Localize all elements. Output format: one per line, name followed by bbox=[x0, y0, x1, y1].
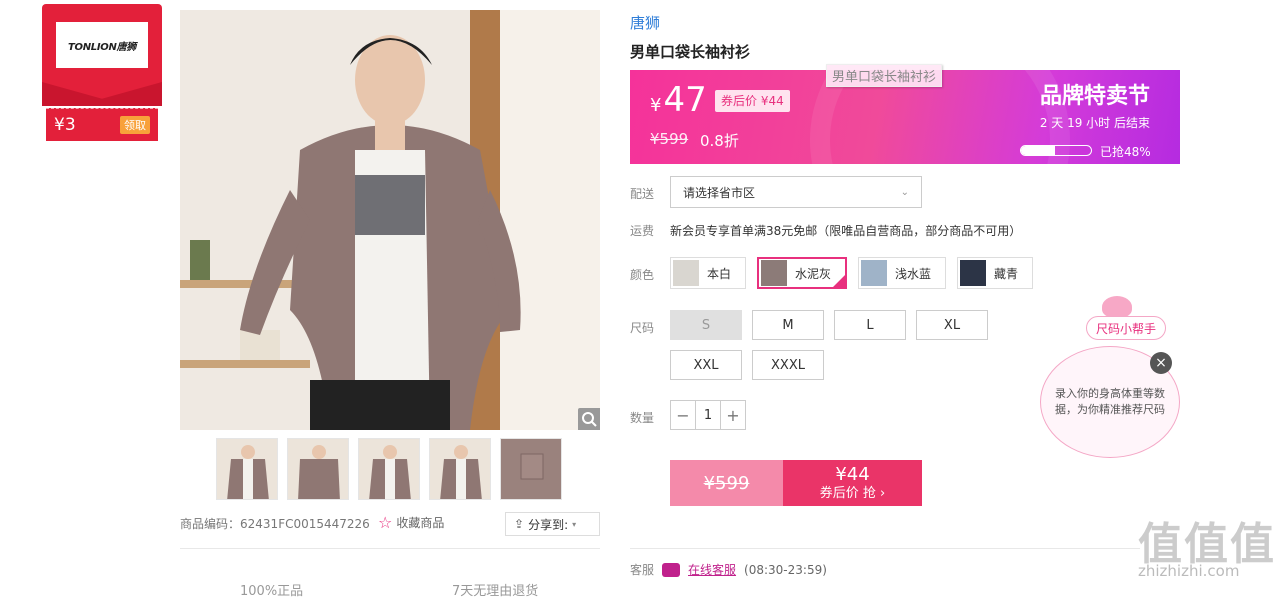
color-options: 本白 水泥灰 浅水蓝 藏青 bbox=[670, 257, 1034, 289]
size-helper-tag[interactable]: 尺码小帮手 bbox=[1086, 316, 1166, 340]
mascot-icon bbox=[1102, 296, 1132, 318]
size-option-l[interactable]: L bbox=[834, 310, 906, 340]
after-coupon-tag: 券后价 ¥44 bbox=[715, 90, 790, 112]
color-name: 藏青 bbox=[994, 266, 1019, 281]
sold-progress-fill bbox=[1021, 146, 1055, 155]
online-service-link[interactable]: 在线客服 bbox=[688, 561, 736, 578]
claim-coupon-button[interactable]: 领取 bbox=[120, 116, 150, 134]
product-code: 商品编码：62431FC0015447226 bbox=[180, 515, 370, 532]
quantity-label: 数量 bbox=[630, 411, 655, 425]
brand-coupon[interactable]: TONLION唐狮 ¥3 领取 bbox=[42, 4, 162, 141]
product-code-label: 商品编码： bbox=[180, 517, 241, 531]
feature-return: 7天无理由退货 bbox=[452, 584, 539, 599]
current-price: ¥47 bbox=[650, 80, 707, 120]
thumbnail-3[interactable] bbox=[358, 438, 420, 500]
size-option-s[interactable]: S bbox=[670, 310, 742, 340]
color-option-white[interactable]: 本白 bbox=[670, 257, 747, 289]
color-name: 水泥灰 bbox=[795, 266, 832, 281]
quantity-input[interactable]: 1 bbox=[695, 401, 721, 429]
quantity-stepper: − 1 + bbox=[670, 400, 746, 430]
product-title: 男单口袋长袖衬衫 bbox=[630, 43, 751, 61]
shipping-label: 运费 bbox=[630, 224, 655, 238]
sold-progress-bar bbox=[1020, 145, 1092, 156]
color-name: 本白 bbox=[707, 266, 732, 281]
quantity-plus-button[interactable]: + bbox=[721, 401, 745, 429]
star-icon: ☆ bbox=[378, 513, 393, 532]
color-option-navy[interactable]: 藏青 bbox=[957, 257, 1034, 289]
size-helper-text: 录入你的身高体重等数据，为你精准推荐尺码 bbox=[1055, 387, 1165, 416]
main-product-image[interactable] bbox=[180, 10, 600, 430]
color-swatch bbox=[761, 260, 788, 286]
chevron-down-icon: ⌄ bbox=[900, 186, 909, 198]
coupon-amount: ¥3 bbox=[54, 115, 76, 135]
coupon-header: TONLION唐狮 bbox=[42, 4, 162, 106]
color-swatch bbox=[673, 260, 699, 286]
floating-title-label: 男单口袋长袖衬衫 bbox=[826, 64, 943, 87]
color-option-cement-grey[interactable]: 水泥灰 bbox=[757, 257, 848, 289]
size-option-xxl[interactable]: XXL bbox=[670, 350, 742, 380]
thumbnail-1[interactable] bbox=[216, 438, 278, 500]
buy-original-price: ¥599 bbox=[670, 460, 783, 506]
size-option-xxxl[interactable]: XXXL bbox=[752, 350, 824, 380]
quantity-minus-button[interactable]: − bbox=[671, 401, 695, 429]
buy-coupon-price: ¥44 券后价 抢 › bbox=[783, 460, 922, 506]
delivery-label: 配送 bbox=[630, 187, 655, 201]
share-label: 分享到: bbox=[528, 517, 569, 532]
watermark-url: zhizhizhi.com bbox=[1138, 562, 1240, 580]
sold-progress-text: 已抢48% bbox=[1100, 145, 1151, 159]
color-label: 颜色 bbox=[630, 268, 655, 282]
color-swatch bbox=[861, 260, 888, 286]
buy-after-price: ¥44 bbox=[835, 463, 870, 485]
brand-link[interactable]: 唐狮 bbox=[630, 12, 660, 33]
service-label: 客服 bbox=[630, 563, 655, 577]
selected-check-icon bbox=[832, 274, 847, 288]
original-price: ¥599 bbox=[650, 130, 689, 148]
customer-service: 客服 在线客服 (08:30-23:59) bbox=[630, 561, 827, 578]
color-option-light-blue[interactable]: 浅水蓝 bbox=[858, 257, 947, 289]
coupon-footer: ¥3 领取 bbox=[46, 108, 158, 141]
size-option-m[interactable]: M bbox=[752, 310, 824, 340]
thumbnail-5[interactable] bbox=[500, 438, 562, 500]
close-icon[interactable]: × bbox=[1150, 352, 1172, 374]
chevron-down-icon: ▾ bbox=[572, 519, 577, 529]
share-button[interactable]: ⇪ 分享到: ▾ bbox=[505, 512, 600, 536]
region-select-value: 请选择省市区 bbox=[683, 185, 756, 200]
region-select[interactable]: 请选择省市区 ⌄ bbox=[670, 176, 922, 208]
brand-logo: TONLION唐狮 bbox=[56, 22, 148, 68]
shipping-info: 新会员专享首单满38元免邮（限唯品自营商品，部分商品不可用） bbox=[670, 224, 1022, 238]
buy-button[interactable]: ¥599 ¥44 券后价 抢 › bbox=[670, 460, 922, 506]
product-code-value: 62431FC0015447226 bbox=[240, 517, 370, 531]
product-photo bbox=[180, 10, 600, 430]
sale-event-title: 品牌特卖节 bbox=[1039, 84, 1150, 109]
favorite-button[interactable]: ☆ 收藏商品 bbox=[378, 513, 444, 532]
size-options: S M L XL XXL XXXL bbox=[670, 310, 1000, 380]
service-hours: (08:30-23:59) bbox=[744, 562, 827, 577]
countdown-timer: 2 天 19 小时 后结束 bbox=[1039, 116, 1150, 130]
color-name: 浅水蓝 bbox=[895, 266, 932, 281]
color-swatch bbox=[960, 260, 987, 286]
thumbnail-4[interactable] bbox=[429, 438, 491, 500]
size-label: 尺码 bbox=[630, 321, 655, 335]
thumbnail-2[interactable] bbox=[287, 438, 349, 500]
thumbnail-strip bbox=[216, 438, 566, 500]
divider bbox=[180, 548, 600, 549]
share-icon: ⇪ bbox=[514, 517, 525, 531]
zoom-icon[interactable] bbox=[578, 408, 600, 430]
coupon-decoration bbox=[42, 82, 162, 106]
feature-genuine: 100%正品 bbox=[240, 584, 304, 599]
buy-after-label: 券后价 抢 › bbox=[819, 486, 886, 502]
size-option-xl[interactable]: XL bbox=[916, 310, 988, 340]
chat-icon bbox=[662, 562, 681, 577]
discount-rate: 0.8折 bbox=[700, 132, 739, 150]
favorite-label: 收藏商品 bbox=[396, 516, 445, 530]
divider bbox=[630, 548, 1140, 549]
